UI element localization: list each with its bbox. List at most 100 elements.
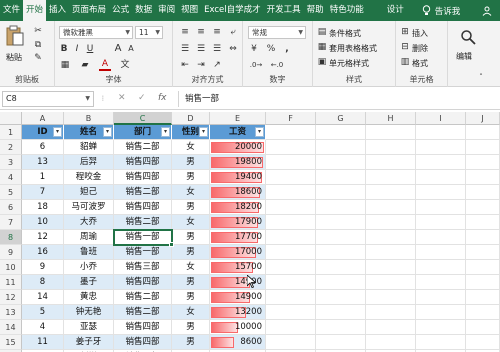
- empty-cell[interactable]: [416, 335, 466, 350]
- tab-12[interactable]: 设计: [379, 0, 412, 21]
- column-header-B[interactable]: B: [64, 112, 114, 125]
- table-header-cell[interactable]: ID ▾: [22, 125, 64, 140]
- empty-cell[interactable]: [466, 125, 500, 140]
- table-cell[interactable]: 男: [172, 320, 210, 335]
- enter-icon[interactable]: ✓: [138, 93, 146, 103]
- empty-cell[interactable]: [466, 245, 500, 260]
- empty-cell[interactable]: [266, 140, 316, 155]
- empty-cell[interactable]: [466, 305, 500, 320]
- conditional-format-button[interactable]: 条件格式: [329, 28, 361, 39]
- table-cell[interactable]: 墨子: [64, 275, 114, 290]
- empty-cell[interactable]: [316, 320, 366, 335]
- salary-cell[interactable]: 13200: [210, 305, 266, 320]
- column-header-G[interactable]: G: [316, 112, 366, 125]
- row-header-9[interactable]: 9: [0, 245, 22, 260]
- table-cell[interactable]: 后羿: [64, 155, 114, 170]
- table-cell[interactable]: 6: [22, 140, 64, 155]
- empty-cell[interactable]: [316, 155, 366, 170]
- table-cell[interactable]: 5: [22, 305, 64, 320]
- increase-decimal-icon[interactable]: .0→: [248, 59, 264, 71]
- column-header-J[interactable]: J: [466, 112, 500, 125]
- empty-cell[interactable]: [416, 275, 466, 290]
- empty-cell[interactable]: [316, 170, 366, 185]
- worksheet-grid[interactable]: ABCDEFGHIJ12345678910111213141516ID▾姓名▾部…: [0, 112, 500, 352]
- tab-1[interactable]: 开始: [23, 0, 47, 21]
- empty-cell[interactable]: [416, 170, 466, 185]
- paste-label[interactable]: 粘贴: [6, 52, 22, 63]
- table-cell[interactable]: 13: [22, 155, 64, 170]
- table-cell[interactable]: 销售四部: [114, 155, 172, 170]
- table-cell[interactable]: 妲己: [64, 185, 114, 200]
- tab-10[interactable]: 帮助: [304, 0, 327, 21]
- comma-button[interactable]: ,: [281, 43, 293, 55]
- empty-cell[interactable]: [266, 230, 316, 245]
- table-cell[interactable]: 销售二部: [114, 185, 172, 200]
- cancel-icon[interactable]: ✕: [118, 93, 126, 103]
- row-header-7[interactable]: 7: [0, 215, 22, 230]
- table-cell[interactable]: 销售一部: [114, 245, 172, 260]
- empty-cell[interactable]: [366, 275, 416, 290]
- table-cell[interactable]: 男: [172, 290, 210, 305]
- empty-cell[interactable]: [366, 260, 416, 275]
- row-header-6[interactable]: 6: [0, 200, 22, 215]
- table-cell[interactable]: 貂蝉: [64, 140, 114, 155]
- select-all-corner[interactable]: [0, 112, 22, 125]
- row-header-14[interactable]: 14: [0, 320, 22, 335]
- currency-icon[interactable]: ¥: [248, 43, 260, 55]
- row-header-13[interactable]: 13: [0, 305, 22, 320]
- empty-cell[interactable]: [366, 215, 416, 230]
- table-header-cell[interactable]: 性别 ▾: [172, 125, 210, 140]
- grow-font-button[interactable]: A: [113, 43, 123, 55]
- empty-cell[interactable]: [266, 335, 316, 350]
- percent-button[interactable]: %: [265, 43, 277, 55]
- empty-cell[interactable]: [416, 125, 466, 140]
- font-size-select[interactable]: 11 ▼: [135, 26, 163, 39]
- table-cell[interactable]: 男: [172, 275, 210, 290]
- format-button[interactable]: 格式: [412, 58, 428, 69]
- row-header-1[interactable]: 1: [0, 125, 22, 140]
- empty-cell[interactable]: [366, 155, 416, 170]
- empty-cell[interactable]: [416, 320, 466, 335]
- table-cell[interactable]: 销售四部: [114, 335, 172, 350]
- align-left-icon[interactable]: ☰: [179, 43, 191, 55]
- table-cell[interactable]: 9: [22, 260, 64, 275]
- empty-cell[interactable]: [316, 290, 366, 305]
- filter-dropdown-icon[interactable]: ▾: [255, 127, 264, 137]
- align-right-icon[interactable]: ☰: [211, 43, 223, 55]
- salary-cell[interactable]: 14900: [210, 290, 266, 305]
- row-header-3[interactable]: 3: [0, 155, 22, 170]
- table-cell[interactable]: 姜子牙: [64, 335, 114, 350]
- salary-cell[interactable]: 10000: [210, 320, 266, 335]
- empty-cell[interactable]: [316, 245, 366, 260]
- column-header-D[interactable]: D: [172, 112, 210, 125]
- insert-button[interactable]: 插入: [412, 28, 428, 39]
- table-cell[interactable]: 钟无艳: [64, 305, 114, 320]
- salary-cell[interactable]: 17700: [210, 230, 266, 245]
- underline-button[interactable]: U: [85, 43, 95, 55]
- format-as-table-button[interactable]: 套用表格格式: [329, 43, 377, 54]
- italic-button[interactable]: I: [72, 43, 82, 55]
- copy-icon[interactable]: ⧉: [31, 39, 45, 51]
- tab-4[interactable]: 公式: [109, 0, 132, 21]
- row-header-5[interactable]: 5: [0, 185, 22, 200]
- empty-cell[interactable]: [466, 140, 500, 155]
- empty-cell[interactable]: [366, 185, 416, 200]
- empty-cell[interactable]: [466, 320, 500, 335]
- tell-me-box[interactable]: 告诉我: [422, 5, 460, 17]
- table-cell[interactable]: 销售四部: [114, 275, 172, 290]
- empty-cell[interactable]: [366, 335, 416, 350]
- empty-cell[interactable]: [466, 155, 500, 170]
- empty-cell[interactable]: [316, 185, 366, 200]
- table-cell[interactable]: 男: [172, 230, 210, 245]
- align-top-icon[interactable]: ≡: [179, 26, 191, 38]
- number-format-select[interactable]: 常规 ▼: [248, 26, 306, 39]
- tab-6[interactable]: 审阅: [155, 0, 178, 21]
- column-header-E[interactable]: E: [210, 112, 266, 125]
- salary-cell[interactable]: 14900: [210, 275, 266, 290]
- row-header-4[interactable]: 4: [0, 170, 22, 185]
- empty-cell[interactable]: [366, 290, 416, 305]
- table-cell[interactable]: 12: [22, 230, 64, 245]
- empty-cell[interactable]: [316, 200, 366, 215]
- salary-cell[interactable]: 19800: [210, 155, 266, 170]
- column-header-I[interactable]: I: [416, 112, 466, 125]
